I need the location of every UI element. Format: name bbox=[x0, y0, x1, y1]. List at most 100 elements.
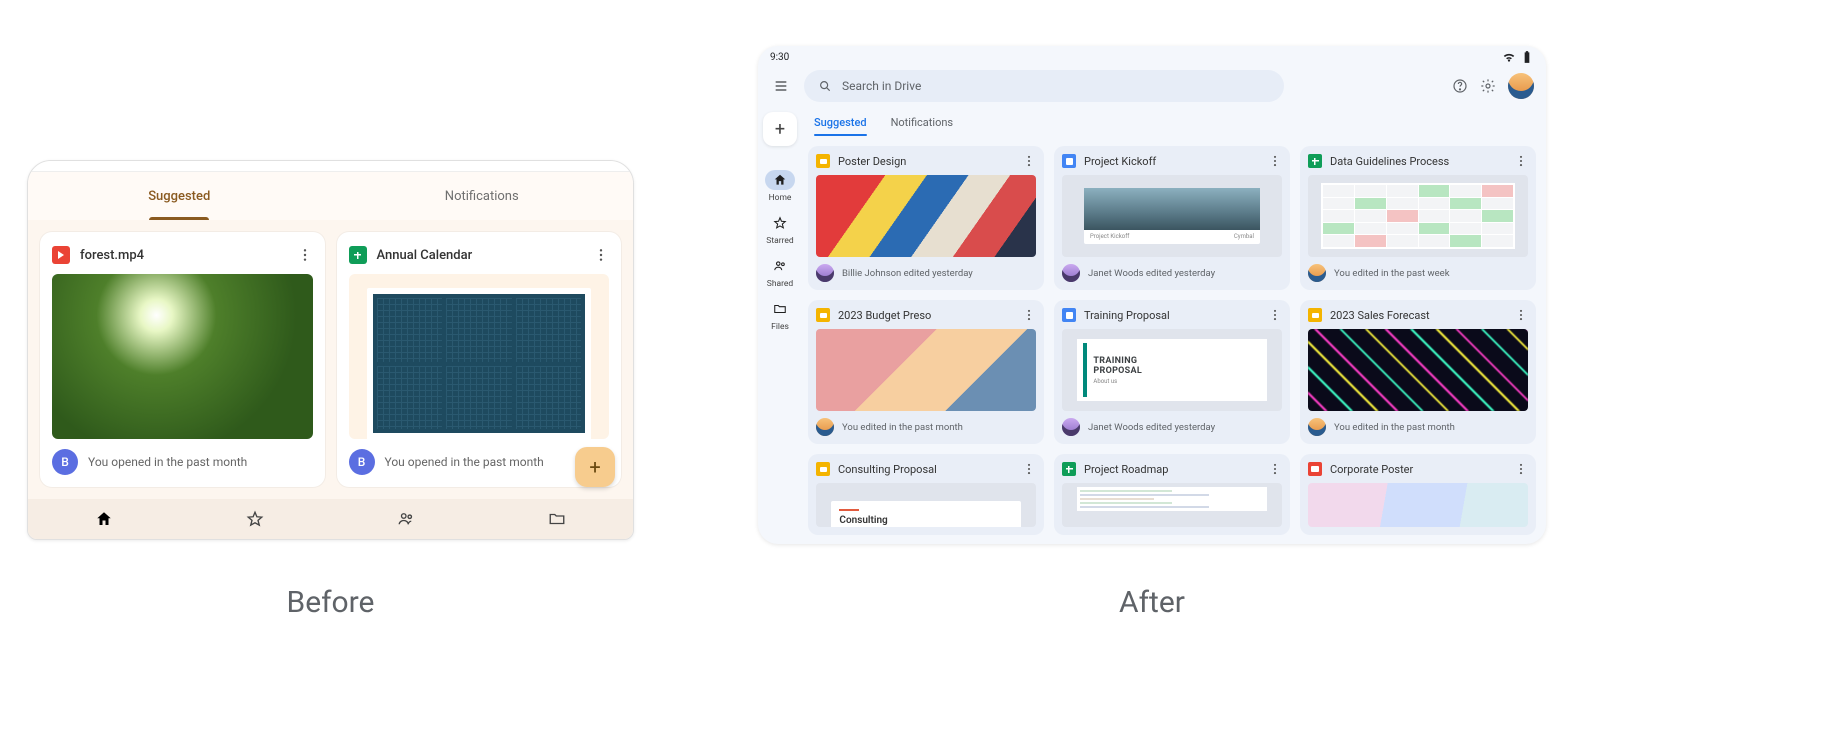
nav-shared[interactable] bbox=[331, 510, 482, 528]
tab-notifications[interactable]: Notifications bbox=[331, 172, 634, 220]
file-card[interactable]: Poster Design Billie Johnson edited yest… bbox=[808, 146, 1044, 290]
folder-icon bbox=[548, 510, 566, 528]
file-title: Annual Calendar bbox=[377, 248, 473, 263]
more-icon[interactable] bbox=[1022, 308, 1036, 322]
hamburger-icon bbox=[773, 78, 789, 94]
more-icon[interactable] bbox=[1514, 462, 1528, 476]
file-thumbnail bbox=[52, 274, 313, 439]
docs-file-icon bbox=[1062, 154, 1076, 168]
avatar bbox=[1062, 264, 1080, 282]
profile-avatar[interactable] bbox=[1508, 73, 1534, 99]
rail-files[interactable]: Files bbox=[765, 299, 795, 332]
file-thumbnail bbox=[349, 274, 610, 439]
home-icon bbox=[773, 173, 787, 187]
status-bar: 9:30 bbox=[758, 46, 1546, 66]
nav-home[interactable] bbox=[28, 510, 179, 528]
file-card[interactable]: Project Roadmap bbox=[1054, 454, 1290, 535]
sheets-file-icon bbox=[349, 246, 367, 264]
avatar bbox=[816, 418, 834, 436]
before-label: Before bbox=[27, 585, 634, 620]
wifi-icon bbox=[1502, 50, 1516, 64]
tab-suggested[interactable]: Suggested bbox=[814, 110, 867, 135]
rail-starred[interactable]: Starred bbox=[765, 213, 795, 246]
file-card[interactable]: Training Proposal TRAININGPROPOSALAbout … bbox=[1054, 300, 1290, 444]
file-thumbnail bbox=[816, 329, 1036, 411]
rail-label: Starred bbox=[766, 236, 793, 246]
more-icon[interactable] bbox=[1022, 462, 1036, 476]
rail-home[interactable]: Home bbox=[765, 170, 795, 203]
file-card[interactable]: Data Guidelines Process bbox=[1300, 146, 1536, 290]
avatar bbox=[1308, 418, 1326, 436]
file-title: 2023 Budget Preso bbox=[838, 309, 931, 322]
file-title: Project Kickoff bbox=[1084, 155, 1156, 168]
before-card-grid: forest.mp4 B You opened in the past mont… bbox=[28, 220, 633, 499]
docs-file-icon bbox=[1062, 308, 1076, 322]
before-tabs: Suggested Notifications bbox=[28, 172, 633, 220]
rail-shared[interactable]: Shared bbox=[765, 256, 795, 289]
file-thumbnail: TRAININGPROPOSALAbout us bbox=[1062, 329, 1282, 411]
file-title: Training Proposal bbox=[1084, 309, 1170, 322]
nav-starred[interactable] bbox=[179, 510, 330, 528]
menu-button[interactable] bbox=[770, 78, 792, 94]
settings-button[interactable] bbox=[1480, 78, 1496, 94]
more-icon[interactable] bbox=[297, 247, 313, 263]
home-icon bbox=[95, 510, 113, 528]
folder-icon bbox=[773, 302, 787, 316]
slides-file-icon bbox=[1308, 308, 1322, 322]
slides-file-icon bbox=[816, 154, 830, 168]
search-icon bbox=[818, 79, 832, 93]
activity-text: Billie Johnson edited yesterday bbox=[842, 268, 973, 279]
top-bar: Search in Drive bbox=[758, 66, 1546, 106]
nav-files[interactable] bbox=[482, 510, 633, 528]
more-icon[interactable] bbox=[1022, 154, 1036, 168]
file-thumbnail: Consulting bbox=[816, 483, 1036, 527]
more-icon[interactable] bbox=[1268, 462, 1282, 476]
activity-text: You edited in the past month bbox=[1334, 422, 1455, 433]
status-time: 9:30 bbox=[770, 52, 789, 63]
slides-file-icon bbox=[816, 462, 830, 476]
file-title: 2023 Sales Forecast bbox=[1330, 309, 1430, 322]
file-thumbnail bbox=[1062, 483, 1282, 527]
search-placeholder: Search in Drive bbox=[842, 79, 921, 93]
file-card[interactable]: Annual Calendar B You opened in the past… bbox=[337, 232, 622, 487]
people-icon bbox=[773, 259, 787, 273]
more-icon[interactable] bbox=[1268, 308, 1282, 322]
file-card[interactable]: forest.mp4 B You opened in the past mont… bbox=[40, 232, 325, 487]
help-button[interactable] bbox=[1452, 78, 1468, 94]
people-icon bbox=[397, 510, 415, 528]
rail-label: Shared bbox=[767, 279, 793, 289]
file-thumbnail: Project KickoffCymbal bbox=[1062, 175, 1282, 257]
after-label: After bbox=[758, 585, 1546, 620]
rail-label: Home bbox=[769, 193, 792, 203]
file-card[interactable]: Consulting Proposal Consulting bbox=[808, 454, 1044, 535]
more-icon[interactable] bbox=[1268, 154, 1282, 168]
video-file-icon bbox=[52, 246, 70, 264]
tab-notifications[interactable]: Notifications bbox=[891, 110, 954, 135]
battery-icon bbox=[1520, 50, 1534, 64]
file-card[interactable]: 2023 Budget Preso You edited in the past… bbox=[808, 300, 1044, 444]
before-screenshot: Suggested Notifications forest.mp4 B You… bbox=[27, 160, 634, 540]
more-icon[interactable] bbox=[1514, 308, 1528, 322]
slides-file-icon bbox=[816, 308, 830, 322]
tab-suggested[interactable]: Suggested bbox=[28, 172, 331, 220]
file-card[interactable]: 2023 Sales Forecast You edited in the pa… bbox=[1300, 300, 1536, 444]
new-fab-button[interactable]: + bbox=[575, 447, 615, 487]
file-thumbnail bbox=[1308, 175, 1528, 257]
activity-text: You opened in the past month bbox=[88, 455, 247, 469]
activity-text: You edited in the past month bbox=[842, 422, 963, 433]
more-icon[interactable] bbox=[593, 247, 609, 263]
avatar: B bbox=[349, 449, 375, 475]
file-card[interactable]: Corporate Poster bbox=[1300, 454, 1536, 535]
before-status-divider bbox=[28, 161, 633, 172]
activity-text: Janet Woods edited yesterday bbox=[1088, 268, 1215, 279]
file-title: Consulting Proposal bbox=[838, 463, 937, 476]
avatar bbox=[1062, 418, 1080, 436]
activity-text: You opened in the past month bbox=[385, 455, 544, 469]
file-grid: Poster Design Billie Johnson edited yest… bbox=[808, 146, 1536, 535]
activity-text: You edited in the past week bbox=[1334, 268, 1450, 279]
search-input[interactable]: Search in Drive bbox=[804, 70, 1284, 102]
avatar bbox=[1308, 264, 1326, 282]
new-button[interactable]: + bbox=[763, 112, 797, 146]
file-card[interactable]: Project Kickoff Project KickoffCymbal Ja… bbox=[1054, 146, 1290, 290]
more-icon[interactable] bbox=[1514, 154, 1528, 168]
